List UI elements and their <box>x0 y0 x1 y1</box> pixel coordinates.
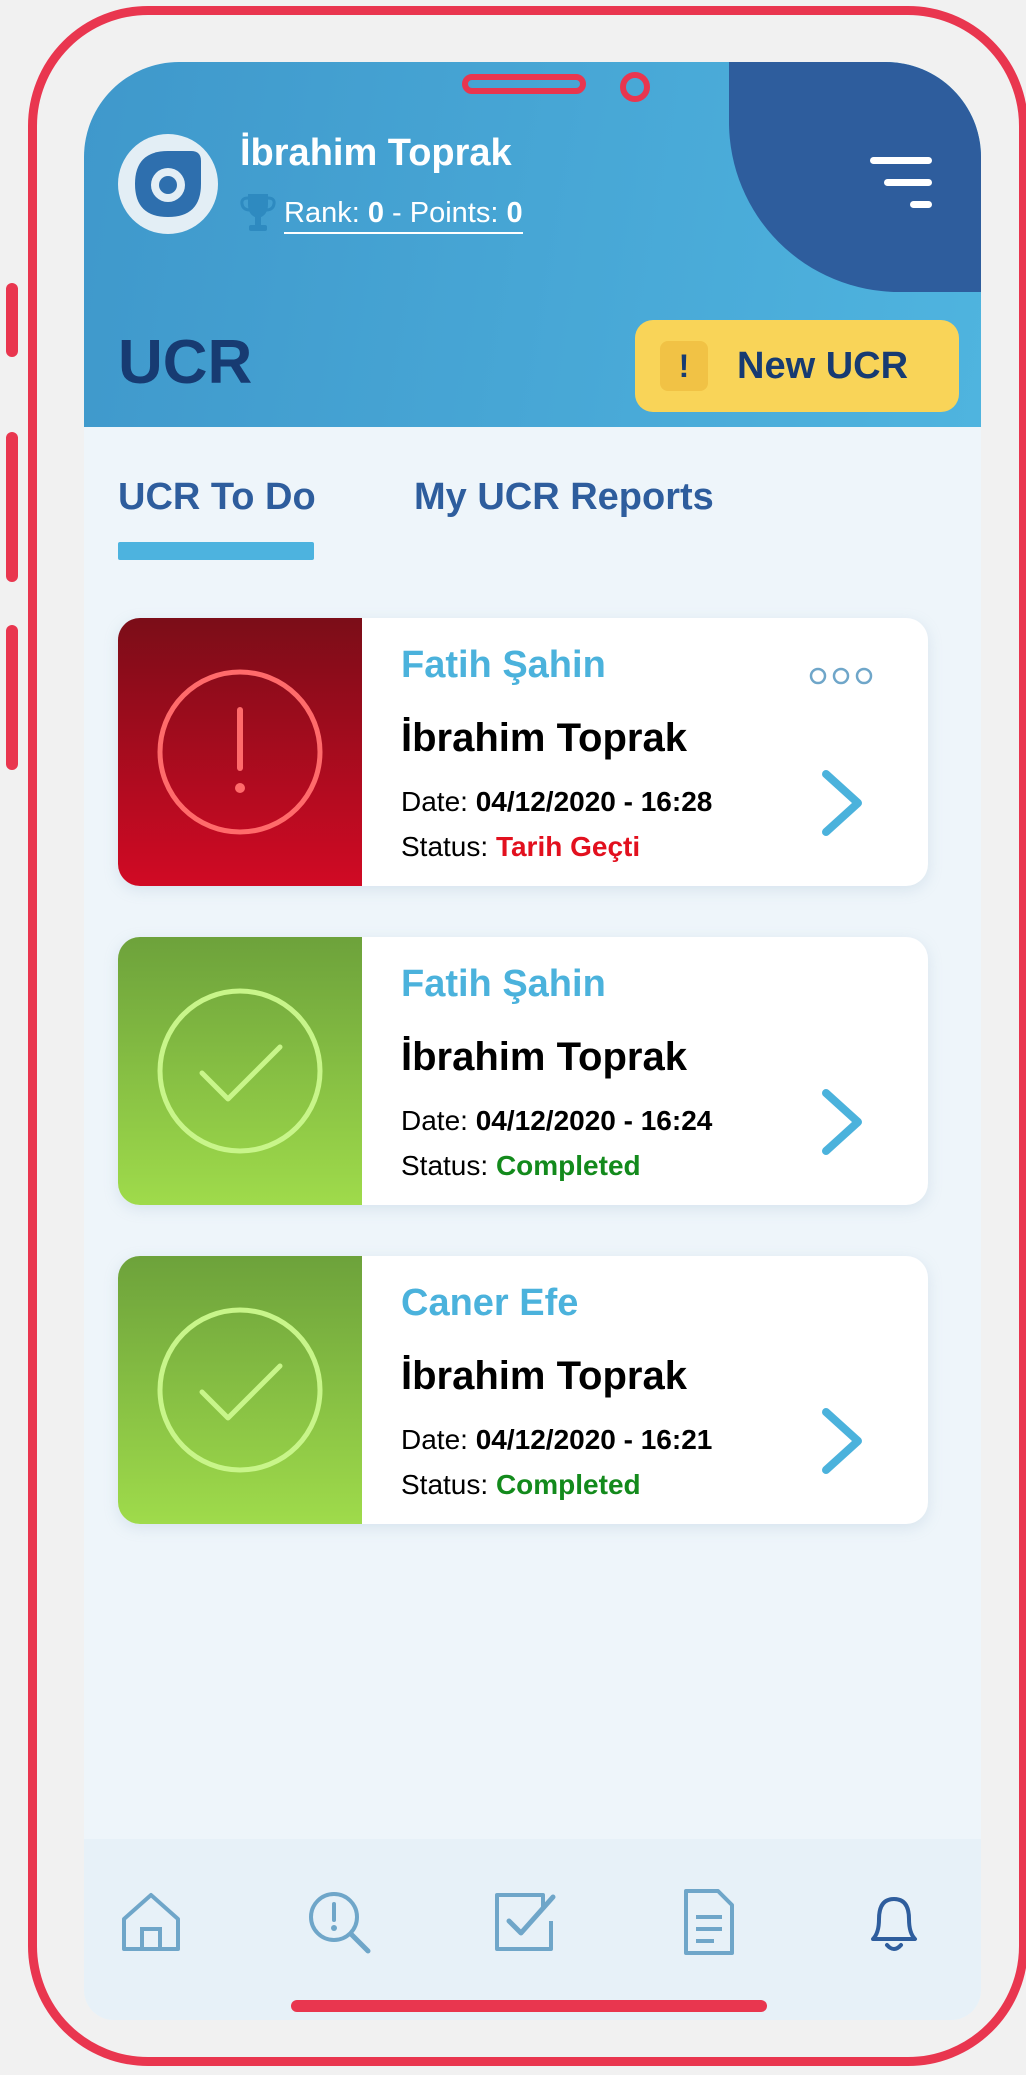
status-value: Completed <box>495 1469 641 1500</box>
card-title: Fatih Şahin <box>401 963 606 1005</box>
app-header: İbrahim Toprak Rank: 0 - Points: 0 UCR !… <box>84 62 981 427</box>
date-value: 04/12/2020 - 16:21 <box>475 1424 713 1455</box>
volume-up-button <box>6 283 18 357</box>
speaker-notch <box>462 74 586 94</box>
card-title: Fatih Şahin <box>401 644 606 686</box>
card-status-panel <box>118 618 362 886</box>
card-status: Status: Completed <box>401 1469 641 1501</box>
card-status-panel <box>118 937 362 1205</box>
card-user: İbrahim Toprak <box>401 716 687 760</box>
power-button <box>6 625 18 770</box>
card-status-panel <box>118 1256 362 1524</box>
status-label: Status: <box>401 831 489 862</box>
card-title: Caner Efe <box>401 1282 579 1324</box>
points-value: 0 <box>506 197 523 229</box>
points-label: - Points: <box>383 197 499 229</box>
hamburger-menu-icon[interactable] <box>862 157 932 217</box>
bell-icon[interactable] <box>859 1887 929 1957</box>
chevron-right-icon[interactable] <box>818 768 866 838</box>
card-date: Date: 04/12/2020 - 16:28 <box>401 786 712 818</box>
card-date: Date: 04/12/2020 - 16:24 <box>401 1105 712 1137</box>
rank-points[interactable]: Rank: 0 - Points: 0 <box>240 192 523 234</box>
card-date: Date: 04/12/2020 - 16:21 <box>401 1424 712 1456</box>
status-value: Tarih Geçti <box>495 831 641 862</box>
status-label: Status: <box>401 1150 489 1181</box>
card-status: Status: Completed <box>401 1150 641 1182</box>
document-icon[interactable] <box>674 1887 744 1957</box>
more-options-icon[interactable] <box>808 666 874 686</box>
menu-background <box>729 62 981 292</box>
volume-down-button <box>6 432 18 582</box>
status-label: Status: <box>401 1469 489 1500</box>
check-circle-icon <box>157 988 323 1154</box>
check-circle-icon <box>157 1307 323 1473</box>
home-icon[interactable] <box>116 1887 186 1957</box>
bottom-nav <box>84 1839 981 2020</box>
checkbox-icon[interactable] <box>489 1887 559 1957</box>
chevron-right-icon[interactable] <box>818 1087 866 1157</box>
card-user: İbrahim Toprak <box>401 1354 687 1398</box>
camera-notch <box>620 72 650 102</box>
trophy-icon <box>240 194 276 231</box>
ucr-card[interactable]: Fatih Şahin İbrahim Toprak Date: 04/12/2… <box>118 937 928 1205</box>
home-indicator[interactable] <box>291 2000 767 2012</box>
app-screen: İbrahim Toprak Rank: 0 - Points: 0 UCR !… <box>84 62 981 2020</box>
date-label: Date: <box>401 1105 468 1136</box>
active-tab-indicator <box>118 542 314 560</box>
card-status: Status: Tarih Geçti <box>401 831 640 863</box>
ucr-card[interactable]: Caner Efe İbrahim Toprak Date: 04/12/202… <box>118 1256 928 1524</box>
new-ucr-button[interactable]: ! New UCR <box>635 320 959 412</box>
exclamation-icon: ! <box>660 341 708 391</box>
rank-value: 0 <box>367 197 384 229</box>
date-value: 04/12/2020 - 16:24 <box>475 1105 713 1136</box>
date-label: Date: <box>401 786 468 817</box>
date-value: 04/12/2020 - 16:28 <box>475 786 713 817</box>
ucr-card[interactable]: Fatih Şahin İbrahim Toprak Date: 04/12/2… <box>118 618 928 886</box>
user-name: İbrahim Toprak <box>240 132 512 174</box>
tab-ucr-to-do[interactable]: UCR To Do <box>118 476 316 519</box>
avatar[interactable] <box>118 134 218 234</box>
card-user: İbrahim Toprak <box>401 1035 687 1079</box>
date-label: Date: <box>401 1424 468 1455</box>
search-alert-icon[interactable] <box>304 1887 374 1957</box>
page-title: UCR <box>118 328 253 397</box>
app-logo-icon <box>135 151 201 217</box>
new-ucr-label: New UCR <box>737 344 909 387</box>
tab-my-ucr-reports[interactable]: My UCR Reports <box>414 476 714 519</box>
chevron-right-icon[interactable] <box>818 1406 866 1476</box>
alert-circle-icon <box>157 669 323 835</box>
rank-label: Rank: <box>284 197 360 229</box>
status-value: Completed <box>495 1150 641 1181</box>
